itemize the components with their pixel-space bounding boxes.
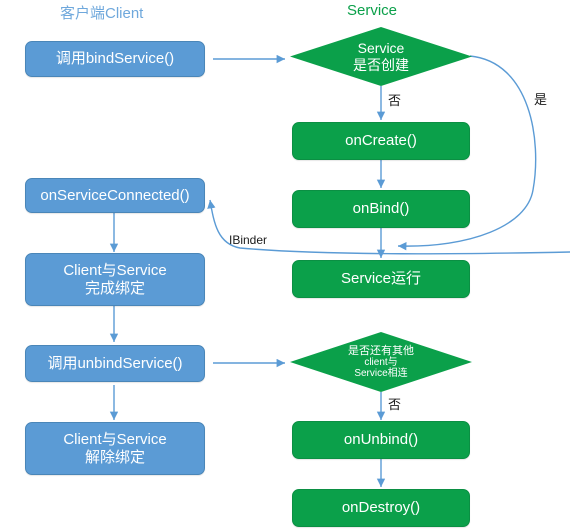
node-label: onBind() [352,200,410,218]
node-label: Service运行 [340,270,422,288]
node-client-service-unbound[interactable]: Client与Service 解除绑定 [25,422,205,475]
node-label: 调用unbindService() [47,354,183,372]
decision-label-line2: 是否创建 [353,56,409,73]
node-label: onServiceConnected() [40,186,190,204]
edge-label-ibinder: IBinder [229,233,268,247]
flowchart-canvas: 客户端Client Service 调用bindService() onServ… [0,0,572,531]
node-label-line1: Client与Service [63,262,167,280]
decision-service-created[interactable]: Service 是否创建 [290,27,472,86]
node-onbind[interactable]: onBind() [292,190,470,228]
node-call-bindservice[interactable]: 调用bindService() [25,41,205,77]
column-title-client: 客户端Client [60,5,144,22]
decision-label-line1: 是否还有其他 [348,344,414,357]
edge-label-decision1-no: 否 [388,93,402,108]
node-client-service-bound[interactable]: Client与Service 完成绑定 [25,253,205,306]
node-label: 调用bindService() [55,50,175,68]
node-label-line2: 解除绑定 [84,448,145,466]
node-label: onUnbind() [343,431,419,449]
node-onserviceconnected[interactable]: onServiceConnected() [25,178,205,213]
decision-other-clients-connected[interactable]: 是否还有其他 client与 Service相连 [290,332,472,392]
node-ondestroy[interactable]: onDestroy() [292,489,470,527]
decision-label-line1: Service [357,40,405,57]
node-service-running[interactable]: Service运行 [292,260,470,298]
decision-label: Service 是否创建 [353,40,409,72]
decision-label: 是否还有其他 client与 Service相连 [348,345,414,379]
node-label-line1: Client与Service [63,431,167,449]
column-title-service: Service [347,2,398,19]
decision-label-line2: client与 [364,357,398,369]
node-label-line2: 完成绑定 [84,279,145,297]
edge-label-decision2-no: 否 [388,397,402,412]
decision-label-line3: Service相连 [354,368,408,380]
node-onunbind[interactable]: onUnbind() [292,421,470,459]
node-oncreate[interactable]: onCreate() [292,122,470,160]
node-label: onDestroy() [341,499,421,517]
node-call-unbindservice[interactable]: 调用unbindService() [25,345,205,382]
node-label: onCreate() [345,132,417,150]
edge-label-decision1-yes: 是 [534,92,548,107]
